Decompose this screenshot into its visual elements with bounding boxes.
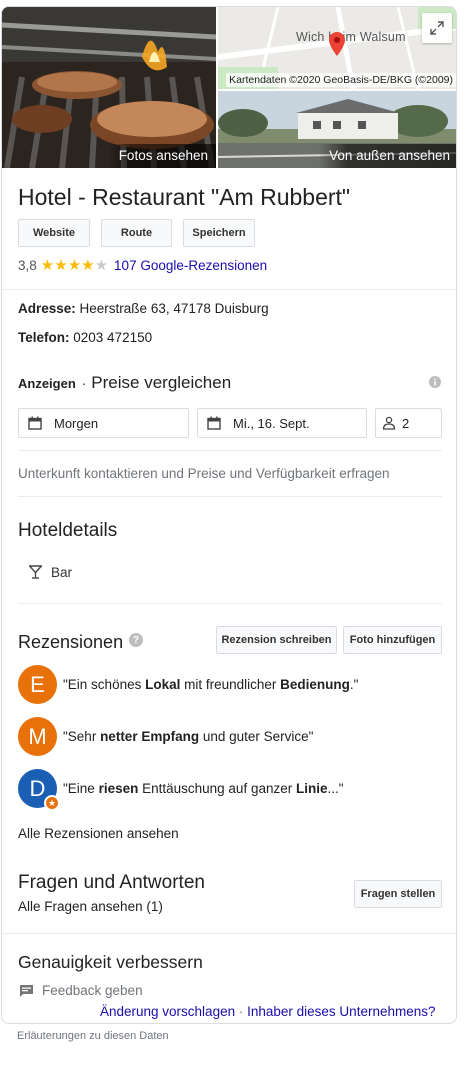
map-place-label: Wich heim Walsum [296, 30, 406, 44]
accuracy-heading: Genauigkeit verbessern [18, 952, 203, 972]
all-questions-link[interactable]: Alle Fragen ansehen (1) [18, 899, 163, 914]
review-text: "Ein schönes [63, 677, 146, 692]
star-icon: ★ [54, 257, 68, 274]
star-icon: ★ [40, 257, 55, 274]
local-guide-badge-icon: ★ [44, 795, 60, 811]
expand-icon [430, 21, 444, 35]
ads-separator: · [81, 376, 87, 391]
checkout-date-field[interactable]: Mi., 16. Sept. [197, 408, 367, 438]
star-icon: ★ [67, 257, 82, 274]
help-icon[interactable]: ? [129, 633, 143, 647]
review-highlight: Lokal [145, 677, 181, 692]
feedback-icon [20, 985, 33, 997]
link-separator: · [238, 1004, 244, 1019]
data-explanation-link[interactable]: Erläuterungen zu diesen Daten [17, 1030, 169, 1042]
divider [2, 289, 456, 290]
photos-caption: Fotos ansehen [108, 144, 216, 168]
review-text: Enttäuschung auf ganzer [138, 781, 296, 796]
street-view-caption: Von außen ansehen [319, 144, 456, 168]
feedback-link[interactable]: Feedback geben [42, 983, 143, 998]
suggest-edit-link[interactable]: Änderung vorschlagen [100, 1004, 235, 1019]
add-photo-button[interactable]: Foto hinzufügen [343, 626, 442, 654]
divider [2, 933, 456, 934]
address-label: Adresse: [18, 301, 76, 316]
route-button[interactable]: Route [101, 219, 172, 247]
reviewer-avatar[interactable]: E [18, 665, 57, 704]
review-text: ..." [327, 781, 344, 796]
guests-value: 2 [402, 415, 410, 431]
photo-strip: Fotos ansehen Wich heim Walsum Kartendat… [2, 7, 456, 168]
review-highlight: riesen [98, 781, 139, 796]
contact-note: Unterkunft kontaktieren und Preise und V… [18, 466, 390, 481]
checkin-date-field[interactable]: Morgen [18, 408, 189, 438]
reviewer-initial: D [29, 775, 46, 801]
star-empty-icon: ★ [94, 257, 109, 274]
review-snippet[interactable]: "Ein schönes Lokal mit freundlicher Bedi… [63, 677, 358, 692]
phone-value[interactable]: 0203 472150 [73, 330, 152, 345]
person-icon [382, 416, 396, 430]
divider [18, 496, 442, 497]
amenity-bar: Bar [51, 565, 73, 580]
checkin-date-value: Morgen [54, 415, 99, 431]
owner-link[interactable]: Inhaber dieses Unternehmens? [247, 1004, 435, 1019]
review-text: "Eine [63, 781, 99, 796]
phone-row: Telefon: 0203 472150 [18, 330, 152, 345]
map-thumbnail[interactable]: Wich heim Walsum Kartendaten ©2020 GeoBa… [218, 7, 456, 89]
info-icon[interactable] [429, 376, 441, 388]
rating-stars: ★ ★ ★ ★ ★ [41, 258, 108, 273]
map-credit: Kartendaten ©2020 GeoBasis-DE/BKG (©2009… [226, 73, 456, 87]
prices-heading: Preise vergleichen [91, 373, 232, 392]
website-button[interactable]: Website [18, 219, 90, 247]
prices-header: Anzeigen · Preise vergleichen [18, 373, 231, 393]
ask-question-button[interactable]: Fragen stellen [354, 880, 442, 908]
business-title: Hotel - Restaurant "Am Rubbert" [18, 184, 351, 210]
grill-photo[interactable]: Fotos ansehen [2, 7, 216, 168]
review-highlight: Bedienung [280, 677, 350, 692]
write-review-button[interactable]: Rezension schreiben [216, 626, 337, 654]
expand-map-button[interactable] [422, 13, 452, 43]
review-text: mit freundlicher [180, 677, 281, 692]
divider [18, 603, 442, 604]
checkout-date-value: Mi., 16. Sept. [233, 415, 310, 431]
review-snippet[interactable]: "Eine riesen Enttäuschung auf ganzer Lin… [63, 781, 344, 796]
save-button[interactable]: Speichern [183, 219, 255, 247]
cocktail-icon [29, 565, 42, 579]
all-reviews-link[interactable]: Alle Rezensionen ansehen [18, 826, 179, 841]
reviews-heading: Rezensionen [18, 632, 124, 652]
ads-label: Anzeigen [18, 376, 76, 391]
review-highlight: Linie [295, 781, 328, 796]
rating-row: 3,8 ★ ★ ★ ★ ★ 107 Google-Rezensionen [18, 258, 267, 273]
address-row: Adresse: Heerstraße 63, 47178 Duisburg [18, 301, 269, 316]
knowledge-panel: Fotos ansehen Wich heim Walsum Kartendat… [1, 6, 457, 1024]
street-view-photo[interactable]: Von außen ansehen [218, 91, 456, 168]
review-snippet[interactable]: "Sehr netter Empfang und guter Service" [63, 729, 313, 744]
map-pin-icon [329, 32, 345, 56]
divider [18, 450, 442, 451]
reviews-count-link[interactable]: 107 Google-Rezensionen [114, 258, 267, 273]
phone-label: Telefon: [18, 330, 70, 345]
hotel-details-heading: Hoteldetails [18, 520, 118, 541]
qa-heading: Fragen und Antworten [18, 872, 205, 893]
reviewer-avatar[interactable]: M [18, 717, 57, 756]
guests-field[interactable]: 2 [375, 408, 442, 438]
calendar-icon [207, 416, 221, 430]
star-icon: ★ [81, 257, 95, 274]
calendar-icon [28, 416, 42, 430]
rating-value: 3,8 [18, 258, 37, 273]
review-text: ." [349, 677, 359, 692]
review-text: "Sehr [63, 729, 101, 744]
reviewer-avatar[interactable]: D ★ [18, 769, 60, 811]
address-value[interactable]: Heerstraße 63, 47178 Duisburg [80, 301, 269, 316]
review-text: und guter Service" [199, 729, 314, 744]
review-highlight: netter Empfang [100, 729, 200, 744]
accuracy-links: Änderung vorschlagen · Inhaber dieses Un… [100, 1004, 436, 1019]
